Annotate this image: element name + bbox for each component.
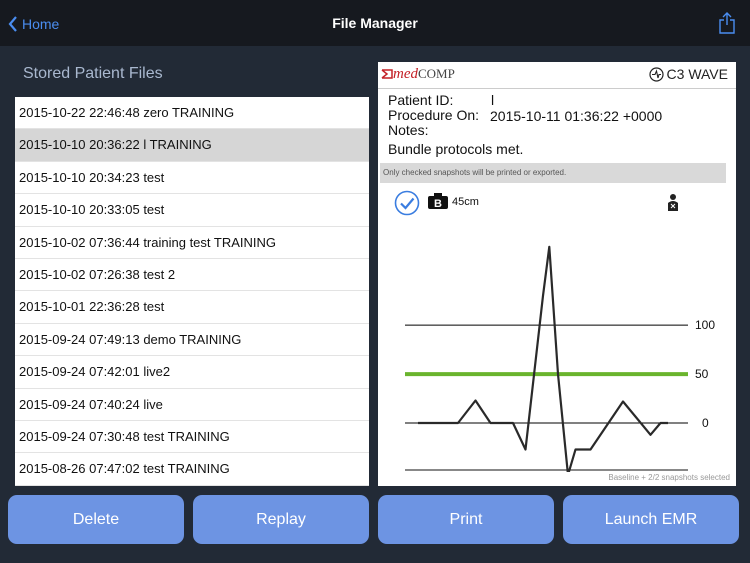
patient-info: Patient ID: l Procedure On: 2015-10-11 0… xyxy=(388,92,662,157)
file-list-item[interactable]: 2015-10-02 07:36:44 training test TRAINI… xyxy=(15,227,369,259)
file-list[interactable]: 2015-10-22 22:46:48 zero TRAINING 2015-10… xyxy=(15,97,369,486)
notes-value: Bundle protocols met. xyxy=(388,141,524,157)
file-list-item[interactable]: 2015-10-22 22:46:48 zero TRAINING xyxy=(15,97,369,130)
print-button[interactable]: Print xyxy=(378,495,554,544)
panel-title: Stored Patient Files xyxy=(23,65,163,82)
checkmark-circle-icon[interactable] xyxy=(394,190,420,216)
ecg-waveform-chart: 100 50 0 xyxy=(405,245,715,472)
file-list-item[interactable]: 2015-10-10 20:33:05 test xyxy=(15,194,369,227)
patient-id-label: Patient ID: xyxy=(388,92,454,108)
brand-logo: medCOMP xyxy=(381,66,455,83)
wave-logo-icon xyxy=(648,66,664,82)
level-label-0: 0 xyxy=(702,416,709,430)
launch-emr-button[interactable]: Launch EMR xyxy=(563,495,739,544)
brand-prefix: med xyxy=(393,66,418,82)
file-list-item[interactable]: 2015-09-24 07:49:13 demo TRAINING xyxy=(15,324,369,357)
file-list-item[interactable]: 2015-09-24 07:30:48 test TRAINING xyxy=(15,421,369,454)
file-list-item[interactable]: 2015-10-10 20:36:22 l TRAINING xyxy=(15,129,369,162)
camera-icon: B xyxy=(428,193,448,209)
file-list-item[interactable]: 2015-09-24 07:42:01 live2 xyxy=(15,356,369,389)
level-label-100: 100 xyxy=(695,318,715,332)
product-name: C3 WAVE xyxy=(666,66,728,82)
notes-label: Notes: xyxy=(388,122,429,138)
logo-bar: medCOMP C3 WAVE xyxy=(378,62,736,89)
camera-label: B xyxy=(434,198,442,209)
snapshot-note: Only checked snapshots will be printed o… xyxy=(380,163,726,183)
file-list-item[interactable]: 2015-10-02 07:26:38 test 2 xyxy=(15,259,369,292)
brand-suffix: COMP xyxy=(418,66,455,81)
level-label-50: 50 xyxy=(695,367,709,381)
file-list-item[interactable]: 2015-09-24 07:40:24 live xyxy=(15,389,369,421)
brand-mark-icon xyxy=(381,69,393,79)
page-title: File Manager xyxy=(332,15,418,31)
file-list-item[interactable]: 2015-10-01 22:36:28 test xyxy=(15,291,369,324)
ecg-waveform-line xyxy=(418,245,668,472)
share-icon[interactable] xyxy=(718,11,736,35)
delete-button[interactable]: Delete xyxy=(8,495,184,544)
navigation-bar: Home File Manager xyxy=(0,0,750,46)
product-logo: C3 WAVE xyxy=(648,66,728,82)
replay-button[interactable]: Replay xyxy=(193,495,369,544)
report-preview: medCOMP C3 WAVE Patient ID: l Procedure … xyxy=(378,62,736,486)
patient-icon xyxy=(668,194,678,211)
patient-id-value: l xyxy=(491,92,495,108)
snapshots-footer: Baseline + 2/2 snapshots selected xyxy=(608,473,730,482)
procedure-label: Procedure On: xyxy=(388,107,480,123)
procedure-value: 2015-10-11 01:36:22 +0000 xyxy=(490,108,663,124)
file-list-item[interactable]: 2015-10-10 20:34:23 test xyxy=(15,162,369,195)
depth-value: 45cm xyxy=(452,196,479,208)
patient-files-panel: Stored Patient Files 2015-10-22 22:46:48… xyxy=(0,46,375,490)
file-list-item[interactable]: 2015-08-26 07:47:02 test TRAINING xyxy=(15,453,369,486)
